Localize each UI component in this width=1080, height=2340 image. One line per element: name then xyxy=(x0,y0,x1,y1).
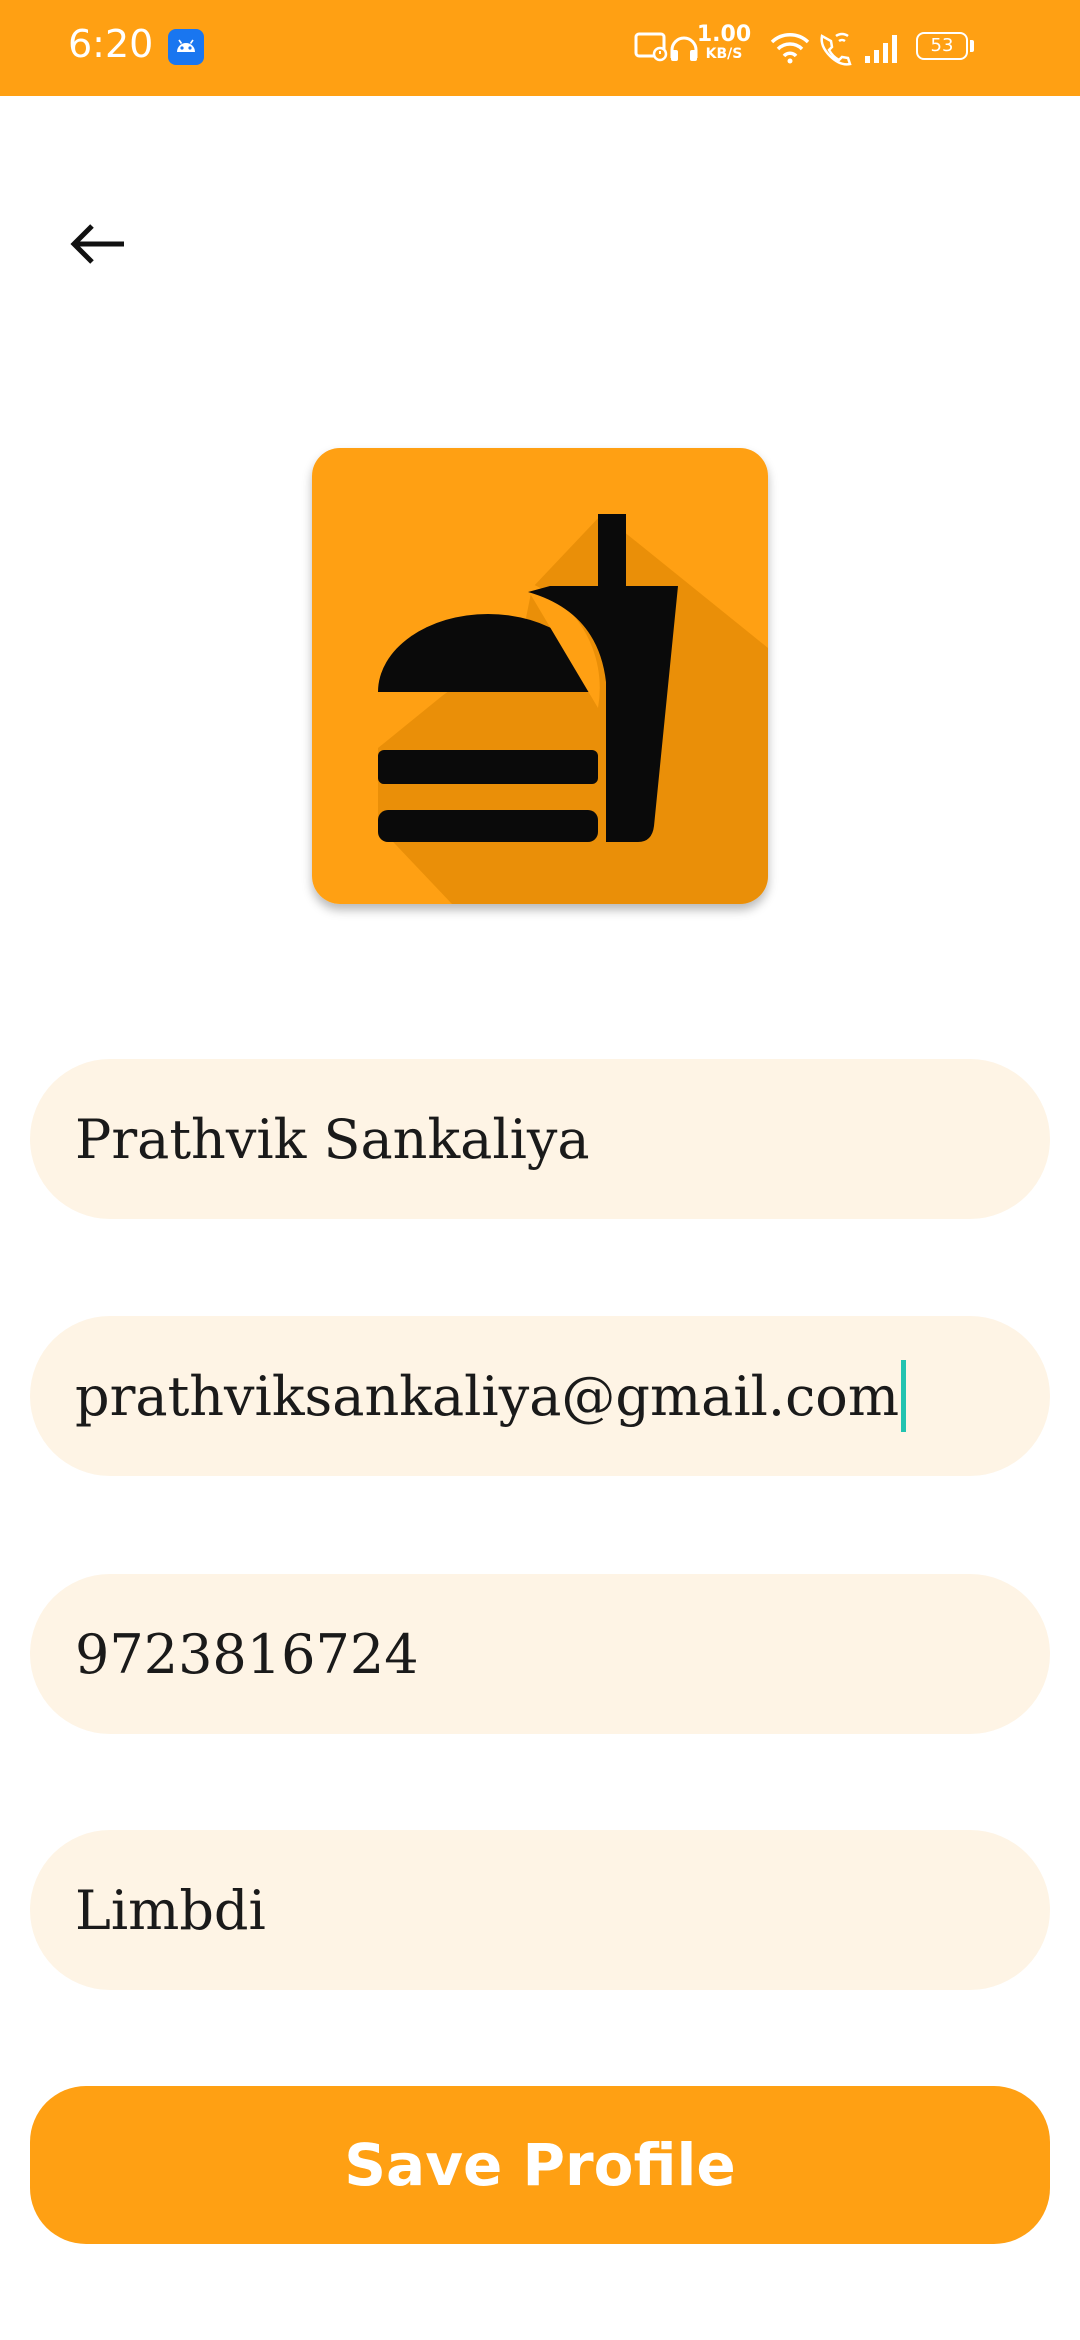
email-field[interactable]: prathviksankaliya@gmail.com xyxy=(30,1316,1050,1476)
fastfood-icon xyxy=(312,448,768,904)
wifi-calling-icon xyxy=(814,0,854,100)
save-profile-label: Save Profile xyxy=(344,2131,736,2199)
android-notification-icon xyxy=(168,29,204,65)
app-logo xyxy=(312,448,768,904)
city-field[interactable]: Limbdi xyxy=(30,1830,1050,1990)
name-value: Prathvik Sankaliya xyxy=(75,1107,590,1171)
wifi-icon xyxy=(768,0,812,100)
phone-value: 9723816724 xyxy=(75,1622,419,1686)
back-button[interactable] xyxy=(62,208,134,280)
battery-icon: 53 xyxy=(916,32,968,60)
status-bar: 6:20 1.00 KB/S 53 xyxy=(0,0,1080,96)
phone-field[interactable]: 9723816724 xyxy=(30,1574,1050,1734)
status-time: 6:20 xyxy=(68,22,154,66)
status-icons: 1.00 KB/S 53 xyxy=(600,0,1080,96)
signal-icon xyxy=(862,0,906,100)
email-value: prathviksankaliya@gmail.com xyxy=(75,1364,900,1428)
network-speed-unit: KB/S xyxy=(705,46,743,62)
text-cursor xyxy=(901,1360,907,1432)
network-speed-value: 1.00 xyxy=(696,22,752,47)
battery-tip xyxy=(970,40,974,52)
battery-level: 53 xyxy=(930,35,954,56)
arrow-left-icon xyxy=(70,224,124,264)
city-value: Limbdi xyxy=(75,1878,266,1942)
save-profile-button[interactable]: Save Profile xyxy=(30,2086,1050,2244)
network-speed: 1.00 KB/S xyxy=(694,22,754,63)
name-field[interactable]: Prathvik Sankaliya xyxy=(30,1059,1050,1219)
